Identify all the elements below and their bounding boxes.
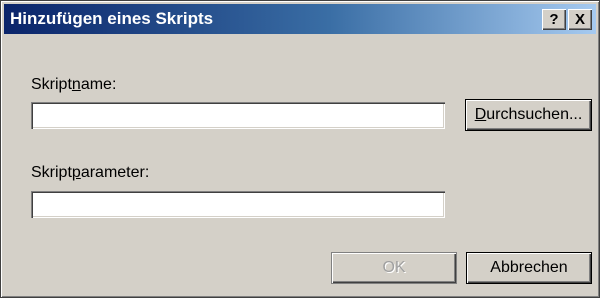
add-script-dialog: Hinzufügen eines Skripts ? X Skriptname:… [0,0,600,298]
script-params-label-part1: Skript [31,164,72,181]
script-name-label-part1: Skript [31,76,72,93]
help-button[interactable]: ? [542,9,566,30]
script-name-label: Skriptname: [31,76,116,94]
close-button[interactable]: X [568,9,592,30]
browse-button-mnemonic: D [474,106,487,123]
ok-button-label: OK [382,259,406,276]
title-bar[interactable]: Hinzufügen eines Skripts ? X [4,4,596,34]
script-params-input[interactable] [31,191,445,218]
script-name-label-part2: ame: [80,76,117,93]
script-params-label: Skriptparameter: [31,164,149,182]
browse-button-label: urchsuchen... [486,106,583,123]
dialog-title: Hinzufügen eines Skripts [10,9,214,28]
script-name-input[interactable] [31,102,445,129]
browse-button[interactable]: Durchsuchen... [465,99,592,131]
close-icon: X [574,11,585,28]
cancel-button[interactable]: Abbrechen [466,252,592,284]
cancel-button-label: Abbrechen [490,259,568,276]
script-params-label-mnemonic: p [71,164,81,181]
help-icon: ? [549,11,559,28]
script-params-label-part2: arameter: [80,164,150,181]
ok-button[interactable]: OK [331,252,457,284]
script-name-label-mnemonic: n [71,76,81,93]
